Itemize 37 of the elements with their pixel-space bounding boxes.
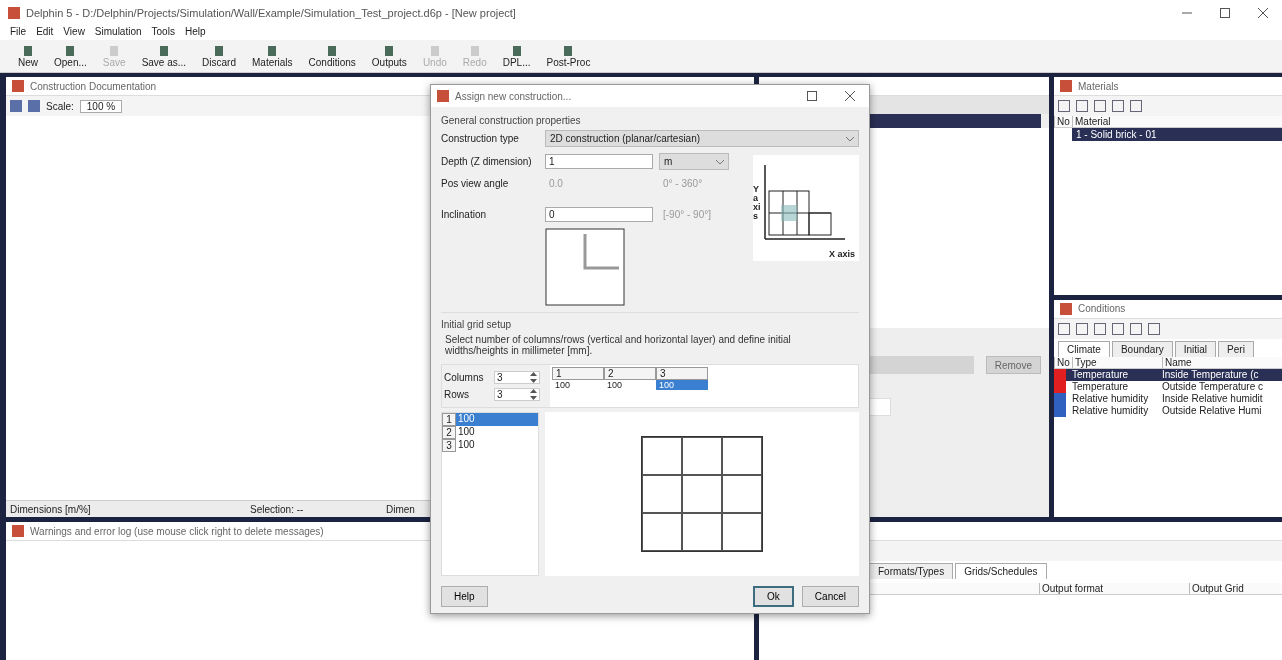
panel-title: Warnings and error log (use mouse click right to delete messages): [30, 525, 324, 537]
axis-label: Y axis: [753, 185, 762, 221]
status-text: Selection: --: [250, 503, 305, 515]
field-label: Rows: [444, 389, 470, 400]
panel-title: Construction Documentation: [30, 80, 157, 92]
hint-text: Select number of columns/rows (vertical and horizontal layer) and define initial widths/heights in millimeter [mm].: [444, 334, 792, 358]
angle-value: 0.0: [548, 177, 564, 191]
column-header: Type: [1072, 356, 1162, 368]
column-header: Name: [1162, 356, 1282, 368]
column-header: No: [1054, 356, 1072, 368]
field-label: Depth (Z dimension): [441, 156, 533, 167]
dialog-title: Assign new construction...: [455, 90, 572, 102]
axis-label: X axis: [828, 249, 855, 259]
range-text: [-90° - 90°]: [663, 209, 712, 220]
column-header: Material: [1072, 116, 1282, 127]
field-label: Inclination: [441, 209, 488, 220]
column-number: 2: [604, 367, 656, 380]
column-header: No: [1054, 116, 1072, 127]
field-label: Columns: [444, 372, 485, 383]
range-text: 0° - 360°: [663, 178, 703, 189]
column-header: Output Grid: [1189, 583, 1282, 594]
window-title: Delphin 5 - D:/Delphin/Projects/Simulation/Wall/Example/Simulation_Test_project.d6p - [New project]: [26, 7, 516, 19]
status-text: Dimensions [m/%]: [10, 503, 92, 515]
panel-title: Materials: [1078, 80, 1119, 92]
status-text: Dimen: [386, 503, 416, 515]
field-label: Pos view angle: [441, 178, 510, 189]
row-number: 1: [442, 413, 456, 426]
group-title: Initial grid setup: [441, 312, 859, 334]
panel-title: Conditions: [1078, 303, 1126, 314]
column-header: Output format: [1039, 583, 1189, 594]
field-label: Construction type: [441, 133, 520, 144]
row-number: 3: [442, 439, 456, 452]
scale-label: Scale:: [46, 100, 74, 112]
column-number: 1: [552, 367, 604, 380]
row-number: 2: [442, 426, 456, 439]
group-title: General construction properties: [441, 114, 582, 128]
column-number: 3: [656, 367, 708, 380]
